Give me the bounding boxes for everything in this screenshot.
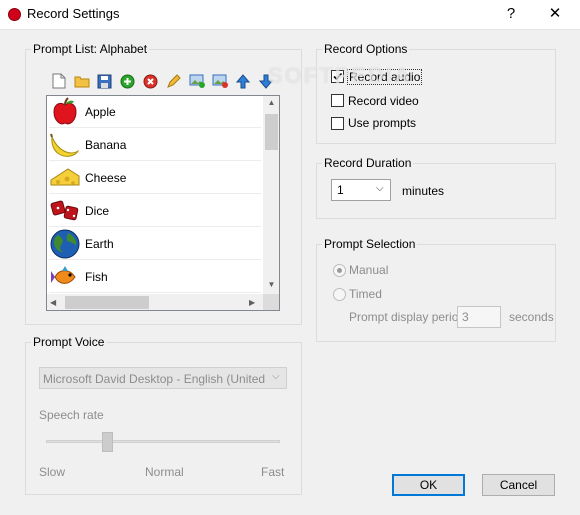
apple-icon: [49, 96, 81, 128]
prompt-voice-title: Prompt Voice: [31, 335, 107, 349]
window-title: Record Settings: [27, 6, 120, 21]
list-vertical-scrollbar[interactable]: ▲ ▼: [263, 96, 279, 294]
period-input[interactable]: 3: [457, 306, 501, 328]
prompt-list[interactable]: Apple Banana Cheese Dice Earth Fish ▲ ▼: [46, 95, 280, 311]
scroll-up-arrow-icon[interactable]: ▲: [263, 98, 279, 107]
new-icon[interactable]: [50, 73, 67, 90]
scroll-down-arrow-icon[interactable]: ▼: [263, 280, 279, 289]
save-icon[interactable]: [96, 73, 113, 90]
chevron-down-icon: ⌵: [272, 371, 280, 382]
manual-radio[interactable]: [333, 264, 346, 277]
list-item-label: Earth: [85, 236, 114, 251]
edit-pencil-icon[interactable]: [165, 73, 182, 90]
cheese-icon: [49, 162, 81, 194]
prompt-selection-title: Prompt Selection: [322, 237, 418, 251]
close-button[interactable]: ✕: [541, 2, 569, 26]
list-item[interactable]: Dice: [49, 195, 261, 227]
voice-select[interactable]: Microsoft David Desktop - English (Unite…: [39, 367, 287, 389]
rate-slow-label: Slow: [39, 465, 66, 479]
list-item-label: Apple: [85, 104, 116, 119]
record-duration-title: Record Duration: [322, 156, 414, 170]
dice-icon: [49, 195, 81, 227]
app-record-icon: [8, 8, 21, 21]
cancel-button[interactable]: Cancel: [482, 474, 555, 496]
list-horizontal-scrollbar[interactable]: ◀ ▶: [47, 294, 263, 310]
slider-track: [46, 440, 280, 443]
list-item[interactable]: Banana: [49, 129, 261, 161]
record-options-title: Record Options: [322, 42, 410, 56]
rate-fast-label: Fast: [261, 465, 285, 479]
prompt-list-toolbar: [46, 70, 280, 92]
list-item[interactable]: Apple: [49, 96, 261, 128]
remove-image-icon[interactable]: [211, 73, 228, 90]
earth-icon: [49, 228, 81, 260]
scroll-corner: [263, 294, 279, 310]
fish-icon: [49, 261, 81, 293]
scroll-right-arrow-icon[interactable]: ▶: [249, 298, 255, 307]
list-item-label: Dice: [85, 203, 110, 218]
open-folder-icon[interactable]: [73, 73, 90, 90]
ok-button[interactable]: OK: [392, 474, 465, 496]
duration-unit: minutes: [402, 184, 445, 198]
manual-label[interactable]: Manual: [349, 263, 388, 277]
softpedia-watermark: SOFTPEDIA: [268, 63, 412, 88]
help-button[interactable]: ?: [497, 2, 525, 26]
remove-icon[interactable]: [142, 73, 159, 90]
list-item-label: Fish: [85, 269, 108, 284]
add-image-icon[interactable]: [188, 73, 205, 90]
timed-radio[interactable]: [333, 288, 346, 301]
speech-rate-slider[interactable]: [46, 432, 280, 456]
banana-icon: [49, 129, 81, 161]
period-value: 3: [462, 310, 469, 324]
duration-select[interactable]: 1 ⌵: [331, 179, 391, 201]
slider-thumb[interactable]: [102, 432, 113, 452]
horizontal-scroll-thumb[interactable]: [65, 296, 149, 309]
list-item[interactable]: Cheese: [49, 162, 261, 194]
duration-value: 1: [337, 183, 344, 197]
speech-rate-label: Speech rate: [39, 408, 104, 422]
rate-normal-label: Normal: [145, 465, 184, 479]
move-up-icon[interactable]: [234, 73, 251, 90]
add-icon[interactable]: [119, 73, 136, 90]
period-unit: seconds: [509, 310, 554, 324]
chevron-down-icon: ⌵: [376, 183, 384, 194]
list-item-label: Banana: [85, 137, 127, 152]
use-prompts-label[interactable]: Use prompts: [348, 116, 416, 130]
voice-value: Microsoft David Desktop - English (Unite…: [43, 372, 267, 386]
list-item-label: Cheese: [85, 170, 127, 185]
use-prompts-checkbox[interactable]: [331, 117, 344, 130]
radio-selected-dot: [337, 268, 342, 273]
title-bar: Record Settings ? ✕: [0, 0, 580, 30]
vertical-scroll-thumb[interactable]: [265, 114, 278, 150]
record-video-checkbox[interactable]: [331, 94, 344, 107]
list-item[interactable]: Earth: [49, 228, 261, 260]
scroll-left-arrow-icon[interactable]: ◀: [50, 298, 56, 307]
prompt-list-title: Prompt List: Alphabet: [31, 42, 150, 56]
list-item[interactable]: Fish: [49, 261, 261, 293]
record-video-label[interactable]: Record video: [348, 94, 419, 108]
timed-label[interactable]: Timed: [349, 287, 382, 301]
period-label: Prompt display period:: [349, 310, 469, 324]
